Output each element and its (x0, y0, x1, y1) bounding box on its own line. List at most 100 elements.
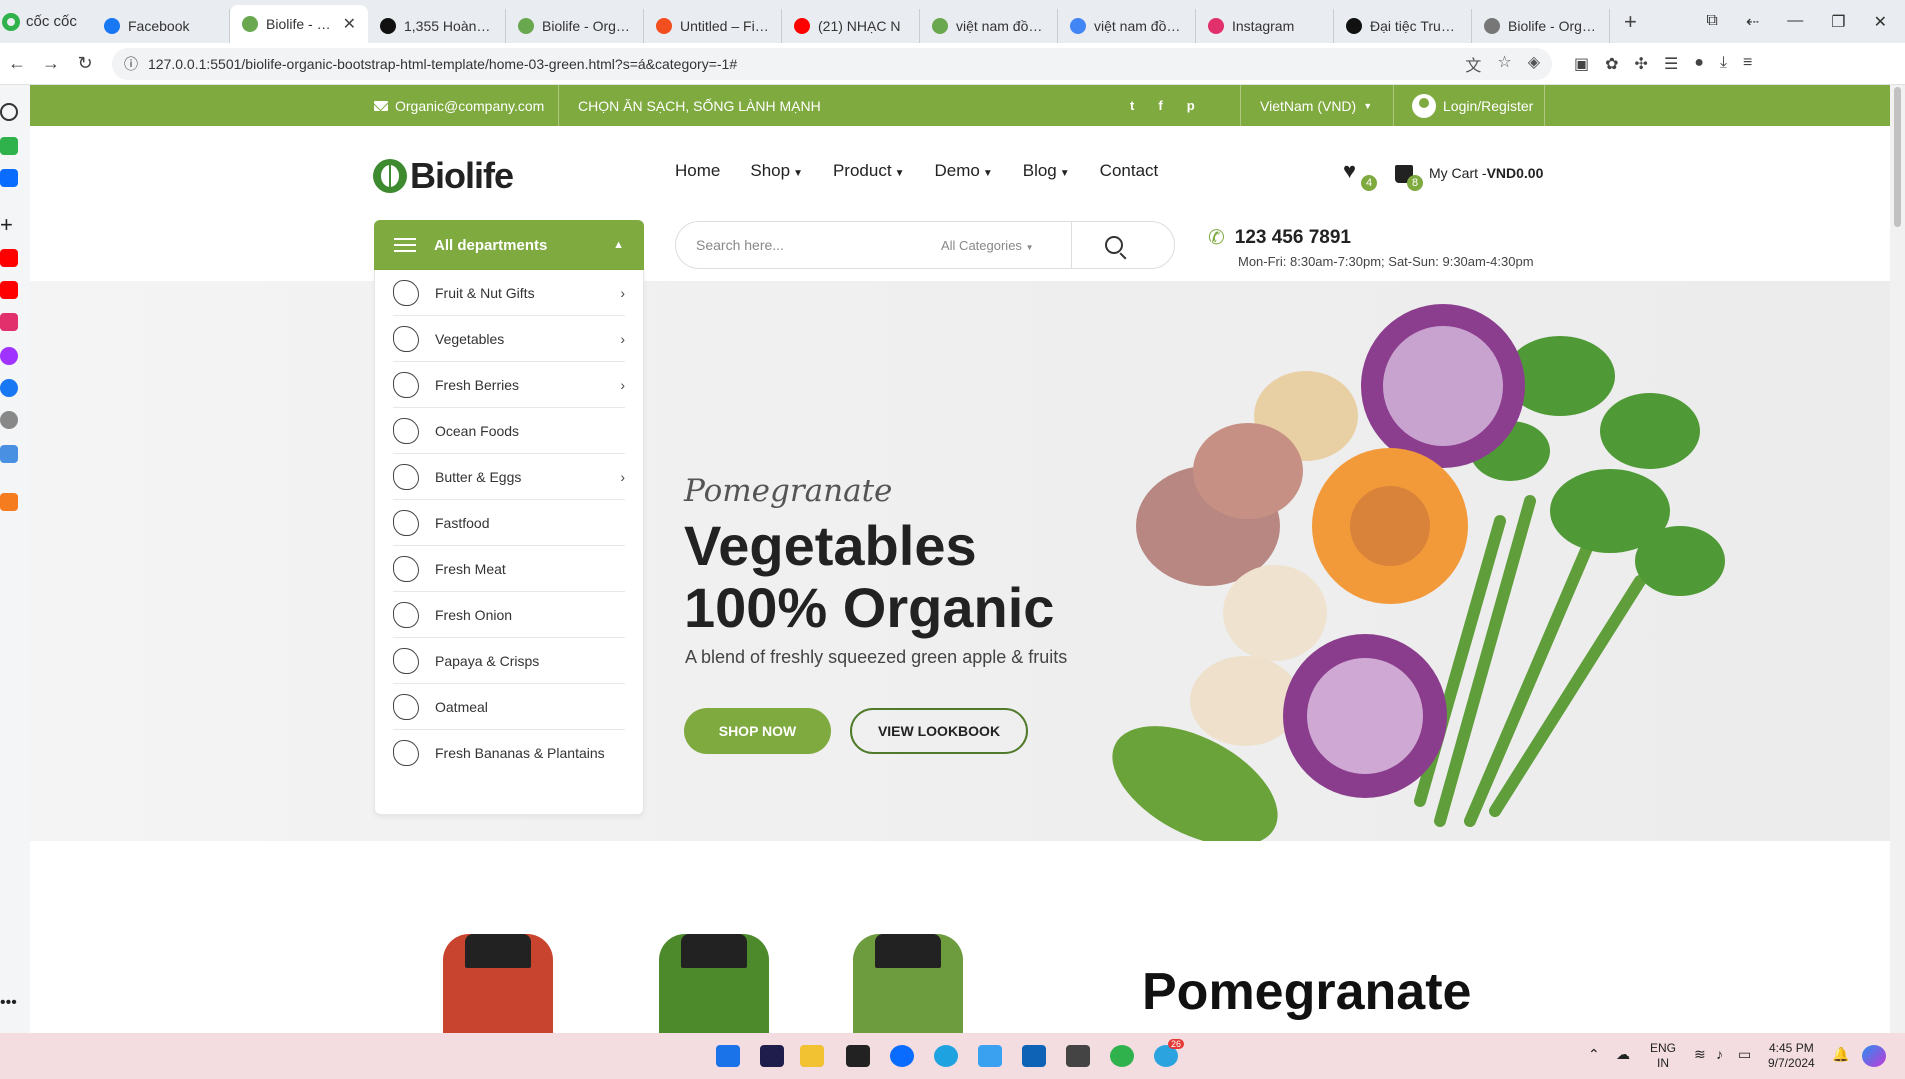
reading-list-icon[interactable]: ☰ (1664, 54, 1678, 74)
top-email[interactable]: Organic@company.com (374, 85, 544, 126)
new-tab-button[interactable]: + (1610, 9, 1651, 35)
nav-item-product[interactable]: Product ▼ (833, 161, 905, 181)
department-label[interactable]: Butter & Eggs (435, 469, 521, 485)
forward-button[interactable]: → (34, 53, 68, 74)
currency-label[interactable]: VietNam (VND) (1260, 98, 1356, 114)
department-item[interactable]: Fresh Bananas & Plantains (393, 730, 625, 776)
instagram-icon[interactable] (0, 313, 18, 331)
tab-label[interactable]: việt nam đồng b (1094, 18, 1183, 34)
wifi-icon[interactable]: ≋ (1694, 1047, 1706, 1062)
scrollbar-thumb[interactable] (1894, 87, 1901, 227)
dev-app-icon[interactable] (846, 1045, 870, 1067)
vscode-icon[interactable] (1022, 1045, 1046, 1067)
department-item[interactable]: Fruit & Nut Gifts › (393, 270, 625, 316)
browser-tab[interactable]: Facebook (92, 9, 230, 43)
login-register[interactable]: Login/Register (1412, 85, 1533, 126)
department-item[interactable]: Vegetables › (393, 316, 625, 362)
url-field[interactable]: ⓘ 127.0.0.1:5501/biolife-organic-bootstr… (112, 47, 1552, 80)
ai-assistant-icon[interactable] (0, 137, 18, 155)
extension-1-icon[interactable]: ▣ (1574, 54, 1589, 74)
start-icon[interactable] (716, 1045, 740, 1067)
unity-icon[interactable] (1066, 1045, 1090, 1067)
tab-label[interactable]: (21) NHẠC N (818, 18, 907, 34)
facebook-icon[interactable]: f (1158, 98, 1162, 113)
tray-chevron-icon[interactable]: ⌃ (1588, 1047, 1600, 1062)
close-tab-icon[interactable]: ✕ (343, 14, 356, 34)
nav-item-contact[interactable]: Contact (1100, 161, 1159, 181)
department-label[interactable]: Fresh Onion (435, 607, 512, 623)
department-label[interactable]: Fastfood (435, 515, 489, 531)
browser-menu-icon[interactable]: ≡ (1743, 54, 1752, 74)
tab-label[interactable]: Biolife - Organic (542, 18, 631, 34)
site-info-icon[interactable]: ⓘ (124, 54, 138, 74)
department-item[interactable]: Fresh Berries › (393, 362, 625, 408)
tab-label[interactable]: Đại tiệc Trung T (1370, 18, 1459, 34)
tab-label[interactable]: Instagram (1232, 18, 1321, 34)
nav-item-home[interactable]: Home (675, 161, 720, 181)
department-label[interactable]: Vegetables (435, 331, 504, 347)
nav-item-blog[interactable]: Blog ▼ (1023, 161, 1070, 181)
page-scrollbar[interactable] (1890, 85, 1905, 1033)
back-history-icon[interactable]: ⇠ (1746, 12, 1759, 32)
extension-2-icon[interactable]: ✿ (1605, 54, 1618, 74)
department-label[interactable]: Fresh Bananas & Plantains (435, 745, 605, 761)
shopping-icon[interactable] (0, 493, 18, 511)
department-item[interactable]: Butter & Eggs › (393, 454, 625, 500)
department-label[interactable]: Oatmeal (435, 699, 488, 715)
mini-cart[interactable]: 8 My Cart -VND0.00 (1395, 161, 1543, 191)
edge-icon[interactable] (934, 1045, 958, 1067)
browser-tab[interactable]: Biolife - Organic (1472, 9, 1610, 43)
email-text[interactable]: Organic@company.com (395, 98, 544, 114)
cart-summary[interactable]: My Cart -VND0.00 (1429, 165, 1543, 181)
department-label[interactable]: Ocean Foods (435, 423, 519, 439)
pinterest-icon[interactable]: p (1187, 98, 1195, 113)
tab-label[interactable]: Biolife - Org (266, 16, 335, 32)
site-logo[interactable]: Biolife (373, 155, 514, 197)
twitter-icon[interactable]: t (1130, 98, 1134, 113)
close-window-button[interactable]: ✕ (1874, 12, 1887, 32)
category-select[interactable]: All Categories ▼ (941, 238, 1071, 253)
tab-label[interactable]: việt nam đồng b (956, 18, 1045, 34)
reload-button[interactable]: ↻ (68, 53, 102, 74)
notification-bell-icon[interactable]: 🔔 (1832, 1047, 1849, 1062)
browser-tab[interactable]: việt nam đồng b (920, 9, 1058, 43)
more-icon[interactable]: ••• (0, 995, 18, 1015)
browser-tab[interactable]: việt nam đồng b (1058, 9, 1196, 43)
login-label[interactable]: Login/Register (1443, 98, 1533, 114)
department-label[interactable]: Fresh Meat (435, 561, 506, 577)
all-departments-toggle[interactable]: All departments ▲ (374, 220, 644, 270)
department-item[interactable]: Ocean Foods (393, 408, 625, 454)
phone-number[interactable]: 123 456 7891 (1235, 227, 1351, 249)
tab-label[interactable]: Biolife - Organic (1508, 18, 1597, 34)
view-lookbook-button[interactable]: VIEW LOOKBOOK (850, 708, 1028, 754)
bookmark-star-icon[interactable]: ☆ (1497, 52, 1511, 76)
copilot-icon[interactable] (1862, 1045, 1886, 1067)
department-label[interactable]: Papaya & Crisps (435, 653, 539, 669)
search-button[interactable] (1072, 236, 1156, 254)
youtube-icon[interactable] (0, 249, 18, 267)
youtube-icon[interactable] (0, 281, 18, 299)
browser-tab[interactable]: (21) NHẠC N (782, 9, 920, 43)
search-input[interactable]: Search here... (676, 237, 941, 253)
browser-tab[interactable]: Biolife - Organic (506, 9, 644, 43)
clock[interactable]: 4:45 PM 9/7/2024 (1768, 1041, 1815, 1071)
department-item[interactable]: Oatmeal (393, 684, 625, 730)
zalo-taskbar-icon[interactable] (890, 1045, 914, 1067)
browser-tab[interactable]: Đại tiệc Trung T (1334, 9, 1472, 43)
translate-panel-icon[interactable] (0, 445, 18, 463)
battery-icon[interactable]: ▭ (1738, 1047, 1751, 1062)
nav-item-demo[interactable]: Demo ▼ (934, 161, 992, 181)
file-explorer-icon[interactable] (800, 1045, 824, 1067)
coccoc-taskbar-icon[interactable] (1110, 1045, 1134, 1067)
currency-select[interactable]: VietNam (VND) ▼ (1260, 85, 1372, 126)
shield-icon[interactable]: ◈ (1528, 52, 1540, 76)
onedrive-icon[interactable]: ☁ (1616, 1047, 1630, 1062)
extensions-puzzle-icon[interactable]: ✣ (1635, 54, 1648, 74)
minimize-button[interactable]: — (1787, 12, 1803, 32)
language-indicator[interactable]: ENG IN (1650, 1041, 1676, 1071)
browser-tab[interactable]: Instagram (1196, 9, 1334, 43)
tab-search-icon[interactable]: ⧉ (1706, 12, 1717, 32)
translate-icon[interactable]: 文 (1465, 52, 1481, 76)
back-button[interactable]: ← (0, 53, 34, 74)
messenger-icon[interactable] (0, 347, 18, 365)
